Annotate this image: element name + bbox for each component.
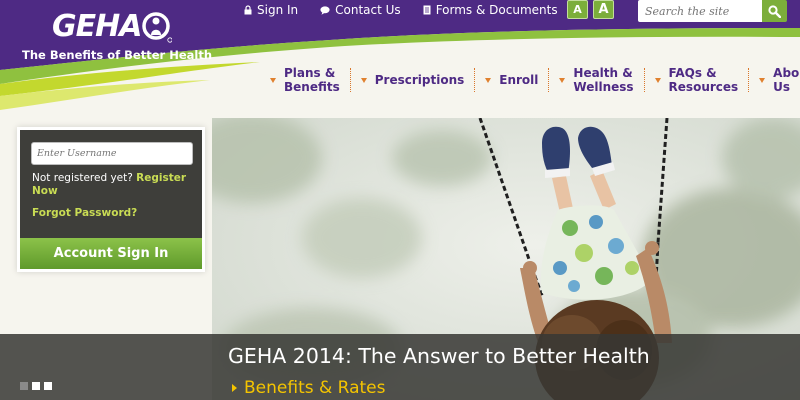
not-registered-text: Not registered yet? Register Now [32,172,192,198]
nav-about-us[interactable]: About Us [759,62,800,98]
nav-about-us-label: About Us [773,66,800,94]
nav-health-wellness-line-2: Wellness [573,80,634,94]
not-registered-label: Not registered yet? [32,172,133,184]
account-sign-in-button[interactable]: Account Sign In [20,238,202,269]
caret-down-icon [270,77,276,83]
search-icon [768,4,781,18]
nav-divider [643,68,645,92]
contact-us-label: Contact Us [335,3,401,17]
nav-divider [474,68,476,92]
benefits-rates-link[interactable]: Benefits & Rates [232,378,386,398]
caret-down-icon [654,77,661,83]
nav-prescriptions-label: Prescriptions [374,73,465,87]
nav-divider [548,68,550,92]
nav-faqs-resources-line-1: FAQs & [668,66,717,80]
caret-right-icon [232,384,237,392]
nav-divider [349,68,351,92]
nav-faqs-resources-line-2: Resources [668,80,739,94]
caret-down-icon [559,77,566,83]
caret-down-icon [485,77,492,83]
nav-prescriptions[interactable]: Prescriptions [360,62,465,98]
utility-links: Sign In Contact Us Forms & Documents [244,3,580,17]
slide-dot-1[interactable] [20,382,28,390]
sign-in-link[interactable]: Sign In [244,3,298,17]
forms-documents-label: Forms & Documents [435,3,558,17]
main-navigation: Plans & Benefits Prescriptions Enroll He… [270,62,800,98]
nav-plans-benefits-line-2: Benefits [284,80,340,94]
hero-title: GEHA 2014: The Answer to Better Health [228,344,650,368]
contact-us-link[interactable]: Contact Us [320,3,401,17]
caret-down-icon [360,77,367,83]
logo-mark: GEHA [52,9,173,44]
decrease-font-size-button[interactable]: A [567,0,588,19]
username-input[interactable] [31,142,193,165]
login-panel: Not registered yet? Register Now Forgot … [20,130,202,269]
logo-tagline: The Benefits of Better Health [22,48,213,62]
logo-wordmark: GEHA [52,9,142,44]
slide-dot-3[interactable] [44,382,52,390]
nav-faqs-resources[interactable]: FAQs & Resources [654,62,739,98]
nav-enroll-label: Enroll [499,73,539,87]
logo-person-icon [142,12,173,43]
slide-indicators [20,382,56,390]
nav-health-wellness-line-1: Health & [573,66,633,80]
nav-enroll[interactable]: Enroll [485,62,538,98]
forgot-password-link[interactable]: Forgot Password? [32,207,137,219]
nav-plans-benefits-line-1: Plans & [284,66,336,80]
sign-in-label: Sign In [257,3,299,17]
document-icon [423,5,431,15]
forms-documents-link[interactable]: Forms & Documents [423,3,558,17]
nav-health-wellness[interactable]: Health & Wellness [559,62,634,98]
slide-dot-2[interactable] [32,382,40,390]
search-button[interactable] [762,0,787,22]
increase-font-size-button[interactable]: A [593,0,614,19]
benefits-rates-label: Benefits & Rates [244,378,386,398]
nav-plans-benefits[interactable]: Plans & Benefits [270,62,340,98]
lock-icon [244,5,252,15]
speech-bubble-icon [320,5,330,15]
caret-down-icon [759,77,766,83]
nav-divider [748,68,750,92]
search-input[interactable] [638,0,762,22]
